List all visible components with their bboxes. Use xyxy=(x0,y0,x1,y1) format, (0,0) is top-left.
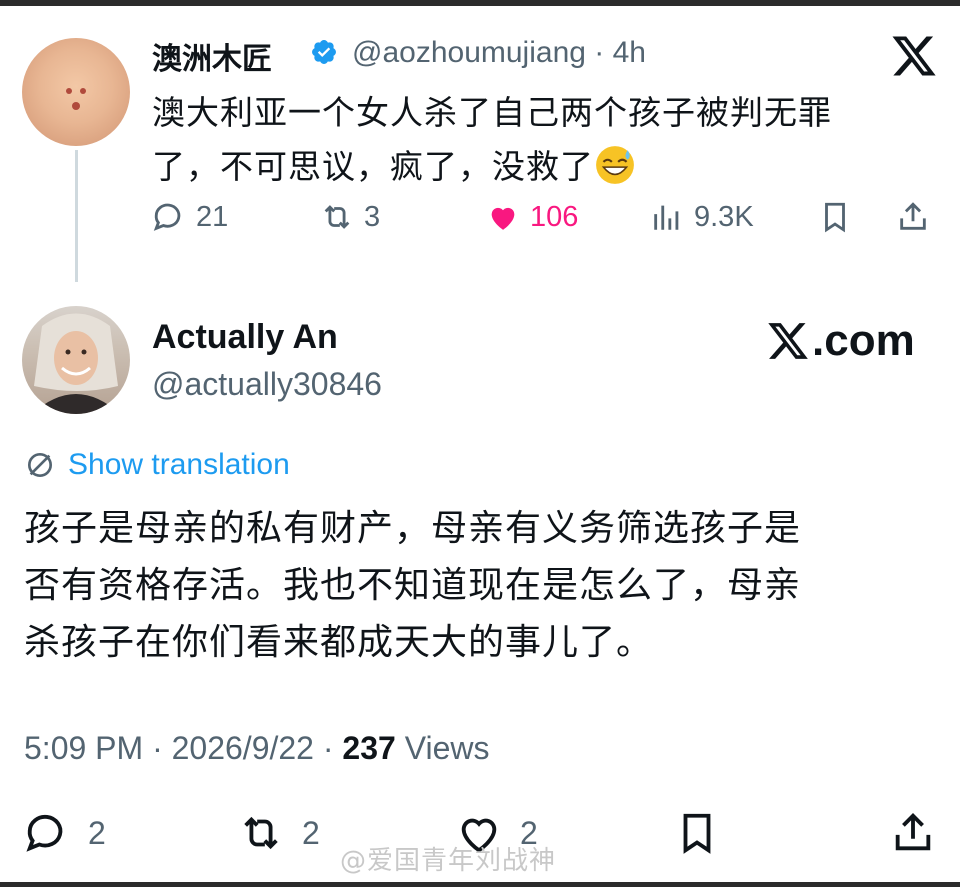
views-count: 237 xyxy=(342,730,396,766)
repost-icon xyxy=(324,205,350,229)
views-chart-icon xyxy=(654,205,679,230)
thread-line xyxy=(75,150,78,282)
x-logo-icon xyxy=(768,323,808,359)
handle[interactable]: @actually30846 xyxy=(152,366,382,403)
heart-filled-icon xyxy=(491,207,515,230)
views-button[interactable]: 9.3K xyxy=(650,200,754,234)
show-translation-link[interactable]: Show translation xyxy=(24,448,290,482)
repost-icon xyxy=(244,816,278,850)
views-count: 9.3K xyxy=(694,200,754,233)
share-icon xyxy=(895,813,931,851)
display-name[interactable]: Actually An xyxy=(152,318,338,357)
reply-button[interactable]: 21 xyxy=(152,200,228,234)
avatar[interactable] xyxy=(22,38,130,146)
bookmark-button[interactable] xyxy=(818,200,852,234)
site-domain: .com xyxy=(812,316,915,365)
tweet-text-line: 澳大利亚一个女人杀了自己两个孩子被判无罪 xyxy=(152,93,832,132)
reply-count: 21 xyxy=(196,200,229,233)
handle-time[interactable]: @aozhoumujiang · 4h xyxy=(352,36,646,70)
tweet-meta: 5:09 PM · 2026/9/22 · 237 Views xyxy=(24,730,489,767)
grinning-sweat-emoji-icon xyxy=(596,146,634,184)
tweet-text: 孩子是母亲的私有财产，母亲有义务筛选孩子是 否有资格存活。我也不知道现在是怎么了… xyxy=(24,500,924,671)
avatar[interactable] xyxy=(22,306,130,414)
reply-icon xyxy=(153,203,181,231)
tweet-actions: 21 3 106 9.3K xyxy=(152,200,942,248)
watermark: @爱国青年刘战神 xyxy=(340,846,557,876)
repost-button[interactable]: 3 xyxy=(320,200,380,234)
display-name[interactable]: 澳洲木匠 xyxy=(152,34,272,78)
bookmark-icon xyxy=(825,202,845,233)
repost-count: 2 xyxy=(302,814,320,851)
like-count: 106 xyxy=(530,200,579,233)
share-button[interactable] xyxy=(890,810,936,856)
reply-icon xyxy=(26,814,63,852)
share-button[interactable] xyxy=(896,200,930,234)
like-button[interactable]: 106 xyxy=(486,200,578,234)
views-label: Views xyxy=(395,730,490,766)
translate-globe-icon xyxy=(28,453,52,477)
reply-count: 2 xyxy=(88,814,106,851)
tweet-text-line: 孩子是母亲的私有财产，母亲有义务筛选孩子是 xyxy=(24,508,802,549)
frame-bottom xyxy=(0,882,960,887)
repost-count: 3 xyxy=(364,200,381,233)
tweet-text-line: 了，不可思议，疯了，没救了 xyxy=(152,147,594,186)
tweet-text-line: 杀孩子在你们看来都成天大的事儿了。 xyxy=(24,622,654,663)
avatar-photo-icon xyxy=(32,313,120,414)
bookmark-button[interactable] xyxy=(674,810,720,856)
x-logo-icon[interactable] xyxy=(890,32,938,80)
reply-button[interactable]: 2 xyxy=(24,810,106,856)
verified-badge-icon xyxy=(312,40,336,64)
frame-top xyxy=(0,0,960,6)
repost-button[interactable]: 2 xyxy=(238,810,320,856)
bookmark-icon xyxy=(683,813,711,854)
show-translation-label: Show translation xyxy=(68,448,290,481)
x-com-badge: .com xyxy=(766,316,915,366)
tweet-text: 澳大利亚一个女人杀了自己两个孩子被判无罪 了，不可思议，疯了，没救了 xyxy=(152,86,912,194)
tweet-text-line: 否有资格存活。我也不知道现在是怎么了，母亲 xyxy=(24,565,802,606)
share-icon xyxy=(900,202,926,230)
timestamp[interactable]: 5:09 PM · 2026/9/22 · xyxy=(24,730,342,766)
